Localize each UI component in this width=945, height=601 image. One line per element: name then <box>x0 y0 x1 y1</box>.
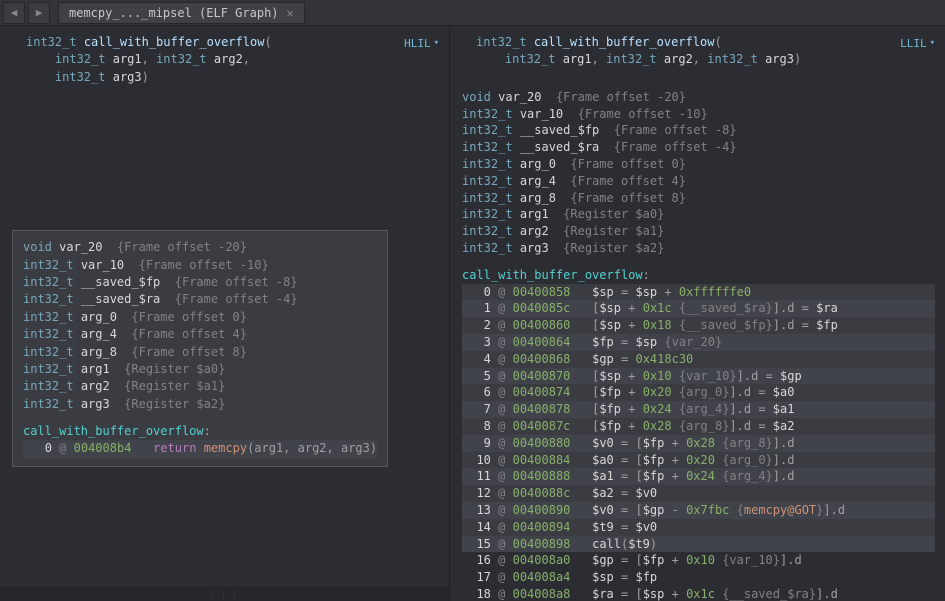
back-button[interactable]: ◀ <box>3 2 25 24</box>
toolbar: ◀ ▶ memcpy_..._mipsel (ELF Graph) ✕ <box>0 0 945 26</box>
chevron-down-icon: ▾ <box>434 37 439 50</box>
left-function-signature: int32_t call_with_buffer_overflow( int32… <box>26 34 437 86</box>
left-header: HLIL ▾ int32_t call_with_buffer_overflow… <box>0 26 449 100</box>
split-handle[interactable]: ︙︙︙ <box>0 587 449 601</box>
chevron-down-icon: ▾ <box>930 37 935 50</box>
main-split: HLIL ▾ int32_t call_with_buffer_overflow… <box>0 26 945 601</box>
left-mode-label: HLIL <box>404 36 431 52</box>
right-pane: LLIL ▾ int32_t call_with_buffer_overflow… <box>450 26 945 601</box>
left-mode-selector[interactable]: HLIL ▾ <box>404 36 439 52</box>
close-icon[interactable]: ✕ <box>287 6 294 20</box>
file-tab[interactable]: memcpy_..._mipsel (ELF Graph) ✕ <box>58 2 305 24</box>
left-pane: HLIL ▾ int32_t call_with_buffer_overflow… <box>0 26 450 601</box>
tab-title: memcpy_..._mipsel (ELF Graph) <box>69 6 279 20</box>
right-mode-selector[interactable]: LLIL ▾ <box>900 36 935 52</box>
left-content[interactable]: void var_20 {Frame offset -20}int32_t va… <box>0 100 449 587</box>
llil-content[interactable]: void var_20 {Frame offset -20}int32_t va… <box>450 83 945 601</box>
forward-button[interactable]: ▶ <box>28 2 50 24</box>
right-mode-label: LLIL <box>900 36 927 52</box>
right-header: LLIL ▾ int32_t call_with_buffer_overflow… <box>450 26 945 83</box>
right-function-signature: int32_t call_with_buffer_overflow( int32… <box>476 34 933 69</box>
hlil-block[interactable]: void var_20 {Frame offset -20}int32_t va… <box>12 230 388 467</box>
